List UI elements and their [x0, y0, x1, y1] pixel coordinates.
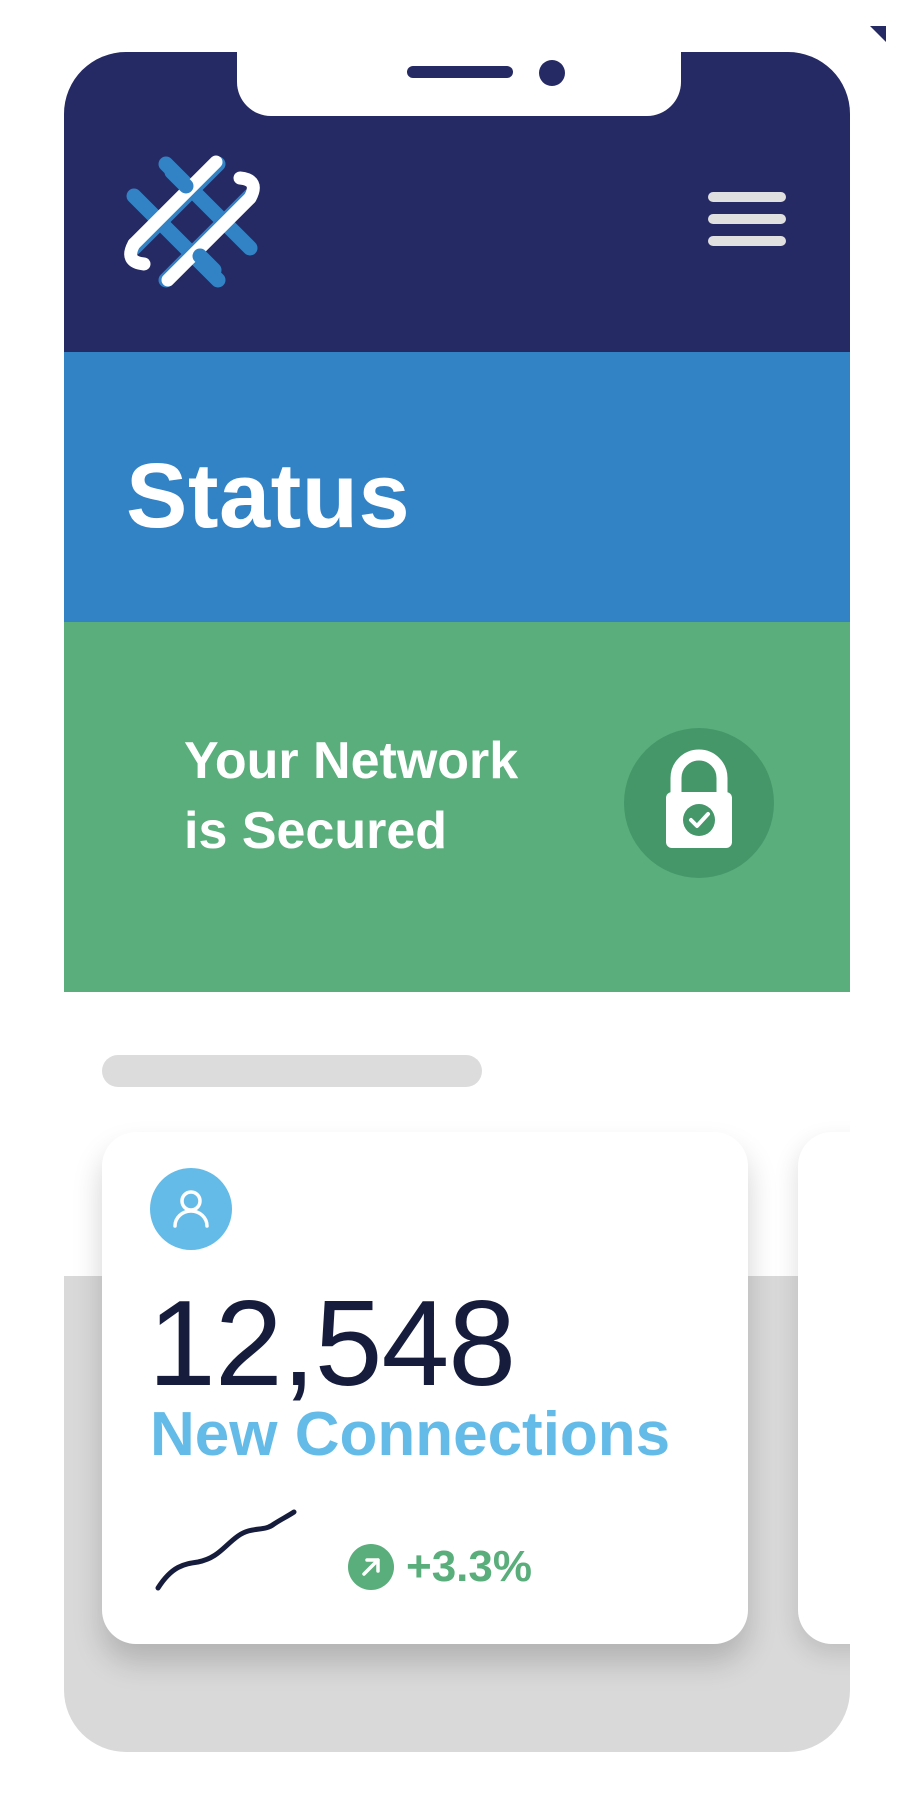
next-stat-card[interactable] [798, 1132, 850, 1644]
hamburger-menu-icon[interactable] [708, 192, 788, 258]
arrow-up-right-glyph [362, 1558, 380, 1576]
menu-line [708, 192, 786, 202]
stat-value: 12,548 [148, 1275, 516, 1411]
speaker-grille [407, 66, 513, 78]
arrow-up-right-icon [348, 1544, 394, 1590]
security-status-line-2: is Secured [184, 802, 448, 860]
padlock-check-icon [666, 749, 732, 848]
phone-notch [237, 52, 681, 116]
section-heading-placeholder [102, 1055, 482, 1087]
security-status-text: Your Network is Secured [184, 726, 584, 866]
corner-mark [870, 26, 886, 42]
security-status-panel: Your Network is Secured [64, 622, 850, 992]
woven-knot-logo-icon [124, 155, 260, 288]
stat-card-new-connections[interactable]: 12,548 New Connections +3.3% [102, 1132, 748, 1644]
title-band: Status [64, 352, 850, 622]
phone-frame: Status Your Network is Secured 12,548 Ne… [64, 52, 850, 1752]
lock-status-button[interactable] [624, 728, 774, 878]
menu-line [708, 236, 786, 246]
page-title: Status [126, 445, 411, 547]
user-icon [173, 1190, 209, 1228]
trend-percentage: +3.3% [406, 1542, 532, 1591]
trend-sparkline [155, 1509, 297, 1591]
app-header [64, 52, 850, 352]
menu-line [708, 214, 786, 224]
user-icon-badge [150, 1168, 232, 1250]
stat-label: New Connections [150, 1400, 671, 1469]
security-status-line-1: Your Network [184, 732, 519, 790]
front-camera [539, 60, 565, 86]
